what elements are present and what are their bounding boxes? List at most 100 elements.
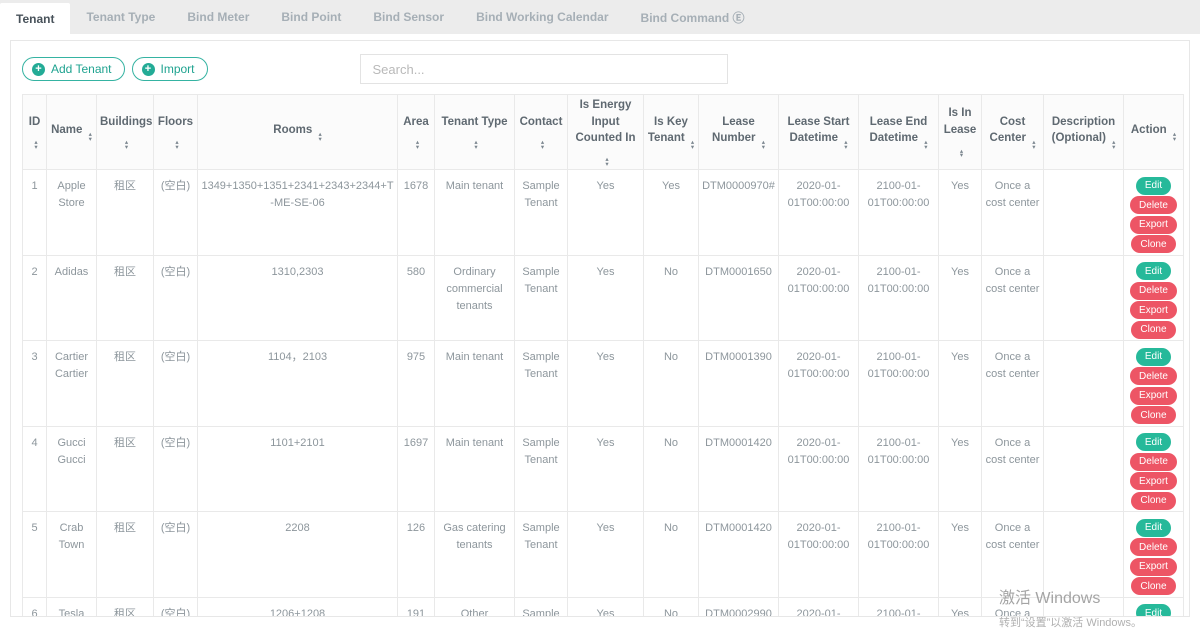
- export-button[interactable]: Export: [1130, 558, 1177, 576]
- column-header-is_energy_input_counted_in[interactable]: Is Energy Input Counted In ▴▾: [568, 95, 644, 170]
- cell-actions: EditDelete ExportClone: [1124, 512, 1184, 598]
- column-label: Action: [1131, 124, 1167, 136]
- column-header-buildings[interactable]: Buildings ▴▾: [97, 95, 154, 170]
- clone-button[interactable]: Clone: [1131, 321, 1175, 339]
- edit-button[interactable]: Edit: [1136, 433, 1171, 451]
- export-button[interactable]: Export: [1130, 301, 1177, 319]
- export-button[interactable]: Export: [1130, 216, 1177, 234]
- cell-lease_number: DTM0001420: [699, 426, 779, 512]
- edit-button[interactable]: Edit: [1136, 348, 1171, 366]
- column-label: Contact: [520, 116, 563, 128]
- edit-button[interactable]: Edit: [1136, 519, 1171, 537]
- tab-bind-meter[interactable]: Bind Meter: [171, 0, 265, 34]
- tab-bind-point[interactable]: Bind Point: [265, 0, 357, 34]
- cell-is_key_tenant: No: [644, 512, 699, 598]
- cell-cost_center: Once a cost center: [982, 255, 1044, 341]
- cell-description: [1044, 597, 1124, 617]
- column-header-lease_number[interactable]: Lease Number ▴▾: [699, 95, 779, 170]
- cell-floors: (空白): [154, 597, 198, 617]
- tab-bind-sensor[interactable]: Bind Sensor: [357, 0, 460, 34]
- plus-icon: +: [142, 63, 155, 76]
- add-tenant-button[interactable]: + Add Tenant: [22, 57, 125, 81]
- cell-description: [1044, 255, 1124, 341]
- cell-contact: Sample Tenant: [515, 426, 568, 512]
- sort-icon: ▴▾: [89, 133, 92, 142]
- column-label: Is In Lease: [944, 107, 977, 136]
- cell-is_in_lease: Yes: [939, 255, 982, 341]
- cell-is_energy_input_counted_in: Yes: [568, 255, 644, 341]
- cell-buildings: 租区: [97, 341, 154, 427]
- delete-button[interactable]: Delete: [1130, 367, 1177, 385]
- search-input[interactable]: [360, 54, 728, 84]
- cell-is_energy_input_counted_in: Yes: [568, 170, 644, 256]
- column-label: Lease Number: [712, 116, 755, 145]
- sort-icon: ▴▾: [1173, 133, 1176, 142]
- cell-rooms: 1206+1208: [198, 597, 398, 617]
- tab-bind-working-calendar[interactable]: Bind Working Calendar: [460, 0, 624, 34]
- cell-is_key_tenant: No: [644, 597, 699, 617]
- clone-button[interactable]: Clone: [1131, 235, 1175, 253]
- column-header-rooms[interactable]: Rooms ▴▾: [198, 95, 398, 170]
- sort-icon: ▴▾: [605, 158, 608, 167]
- column-label: Is Energy Input Counted In: [575, 99, 635, 144]
- edit-button[interactable]: Edit: [1136, 177, 1171, 195]
- cell-id: 6: [23, 597, 47, 617]
- cell-lease_end_datetime: 2100-01-01T00:00:00: [859, 255, 939, 341]
- cell-is_key_tenant: No: [644, 341, 699, 427]
- column-label: Lease Start Datetime: [787, 116, 849, 145]
- cell-rooms: 1101+2101: [198, 426, 398, 512]
- column-label: Floors: [158, 116, 193, 128]
- column-header-is_key_tenant[interactable]: Is Key Tenant ▴▾: [644, 95, 699, 170]
- cell-id: 1: [23, 170, 47, 256]
- column-label: Is Key Tenant: [648, 116, 688, 145]
- delete-button[interactable]: Delete: [1130, 196, 1177, 214]
- delete-button[interactable]: Delete: [1130, 538, 1177, 556]
- column-header-tenant_type[interactable]: Tenant Type ▴▾: [435, 95, 515, 170]
- column-label: ID: [29, 116, 41, 128]
- cell-lease_end_datetime: 2100-01-01T00:00:00: [859, 170, 939, 256]
- cell-cost_center: Once a cost center: [982, 341, 1044, 427]
- column-header-is_in_lease[interactable]: Is In Lease ▴▾: [939, 95, 982, 170]
- column-header-lease_end_datetime[interactable]: Lease End Datetime ▴▾: [859, 95, 939, 170]
- column-header-area[interactable]: Area ▴▾: [398, 95, 435, 170]
- column-header-floors[interactable]: Floors ▴▾: [154, 95, 198, 170]
- cell-lease_start_datetime: 2020-01-01T00:00:00: [779, 255, 859, 341]
- cell-is_energy_input_counted_in: Yes: [568, 426, 644, 512]
- cell-lease_number: DTM0002990: [699, 597, 779, 617]
- export-button[interactable]: Export: [1130, 472, 1177, 490]
- edit-button[interactable]: Edit: [1136, 604, 1171, 617]
- cell-area: 975: [398, 341, 435, 427]
- column-label: Area: [403, 116, 429, 128]
- cell-tenant_type: Main tenant: [435, 426, 515, 512]
- cell-tenant_type: Other commercial tenants: [435, 597, 515, 617]
- tab-tenant-type[interactable]: Tenant Type: [70, 0, 171, 34]
- tab-bind-command[interactable]: Bind Command Ⓔ: [625, 0, 761, 34]
- cell-buildings: 租区: [97, 597, 154, 617]
- cell-cost_center: Once a cost center: [982, 426, 1044, 512]
- table-row: 6Tesla租区(空白)1206+1208191Other commercial…: [23, 597, 1184, 617]
- column-header-cost_center[interactable]: Cost Center ▴▾: [982, 95, 1044, 170]
- delete-button[interactable]: Delete: [1130, 453, 1177, 471]
- clone-button[interactable]: Clone: [1131, 406, 1175, 424]
- sort-icon: ▴▾: [34, 141, 37, 150]
- column-header-lease_start_datetime[interactable]: Lease Start Datetime ▴▾: [779, 95, 859, 170]
- clone-button[interactable]: Clone: [1131, 492, 1175, 510]
- tab-tenant[interactable]: Tenant: [0, 3, 70, 34]
- import-button[interactable]: + Import: [132, 57, 208, 81]
- cell-is_key_tenant: No: [644, 255, 699, 341]
- edit-button[interactable]: Edit: [1136, 262, 1171, 280]
- column-header-id[interactable]: ID ▴▾: [23, 95, 47, 170]
- cell-tenant_type: Main tenant: [435, 170, 515, 256]
- column-header-actions[interactable]: Action ▴▾: [1124, 95, 1184, 170]
- cell-floors: (空白): [154, 255, 198, 341]
- cell-contact: Sample Tenant: [515, 512, 568, 598]
- cell-tenant_type: Main tenant: [435, 341, 515, 427]
- clone-button[interactable]: Clone: [1131, 577, 1175, 595]
- export-button[interactable]: Export: [1130, 387, 1177, 405]
- column-header-contact[interactable]: Contact ▴▾: [515, 95, 568, 170]
- cell-name: Crab Town: [47, 512, 97, 598]
- column-header-description[interactable]: Description (Optional) ▴▾: [1044, 95, 1124, 170]
- cell-buildings: 租区: [97, 170, 154, 256]
- column-header-name[interactable]: Name ▴▾: [47, 95, 97, 170]
- delete-button[interactable]: Delete: [1130, 282, 1177, 300]
